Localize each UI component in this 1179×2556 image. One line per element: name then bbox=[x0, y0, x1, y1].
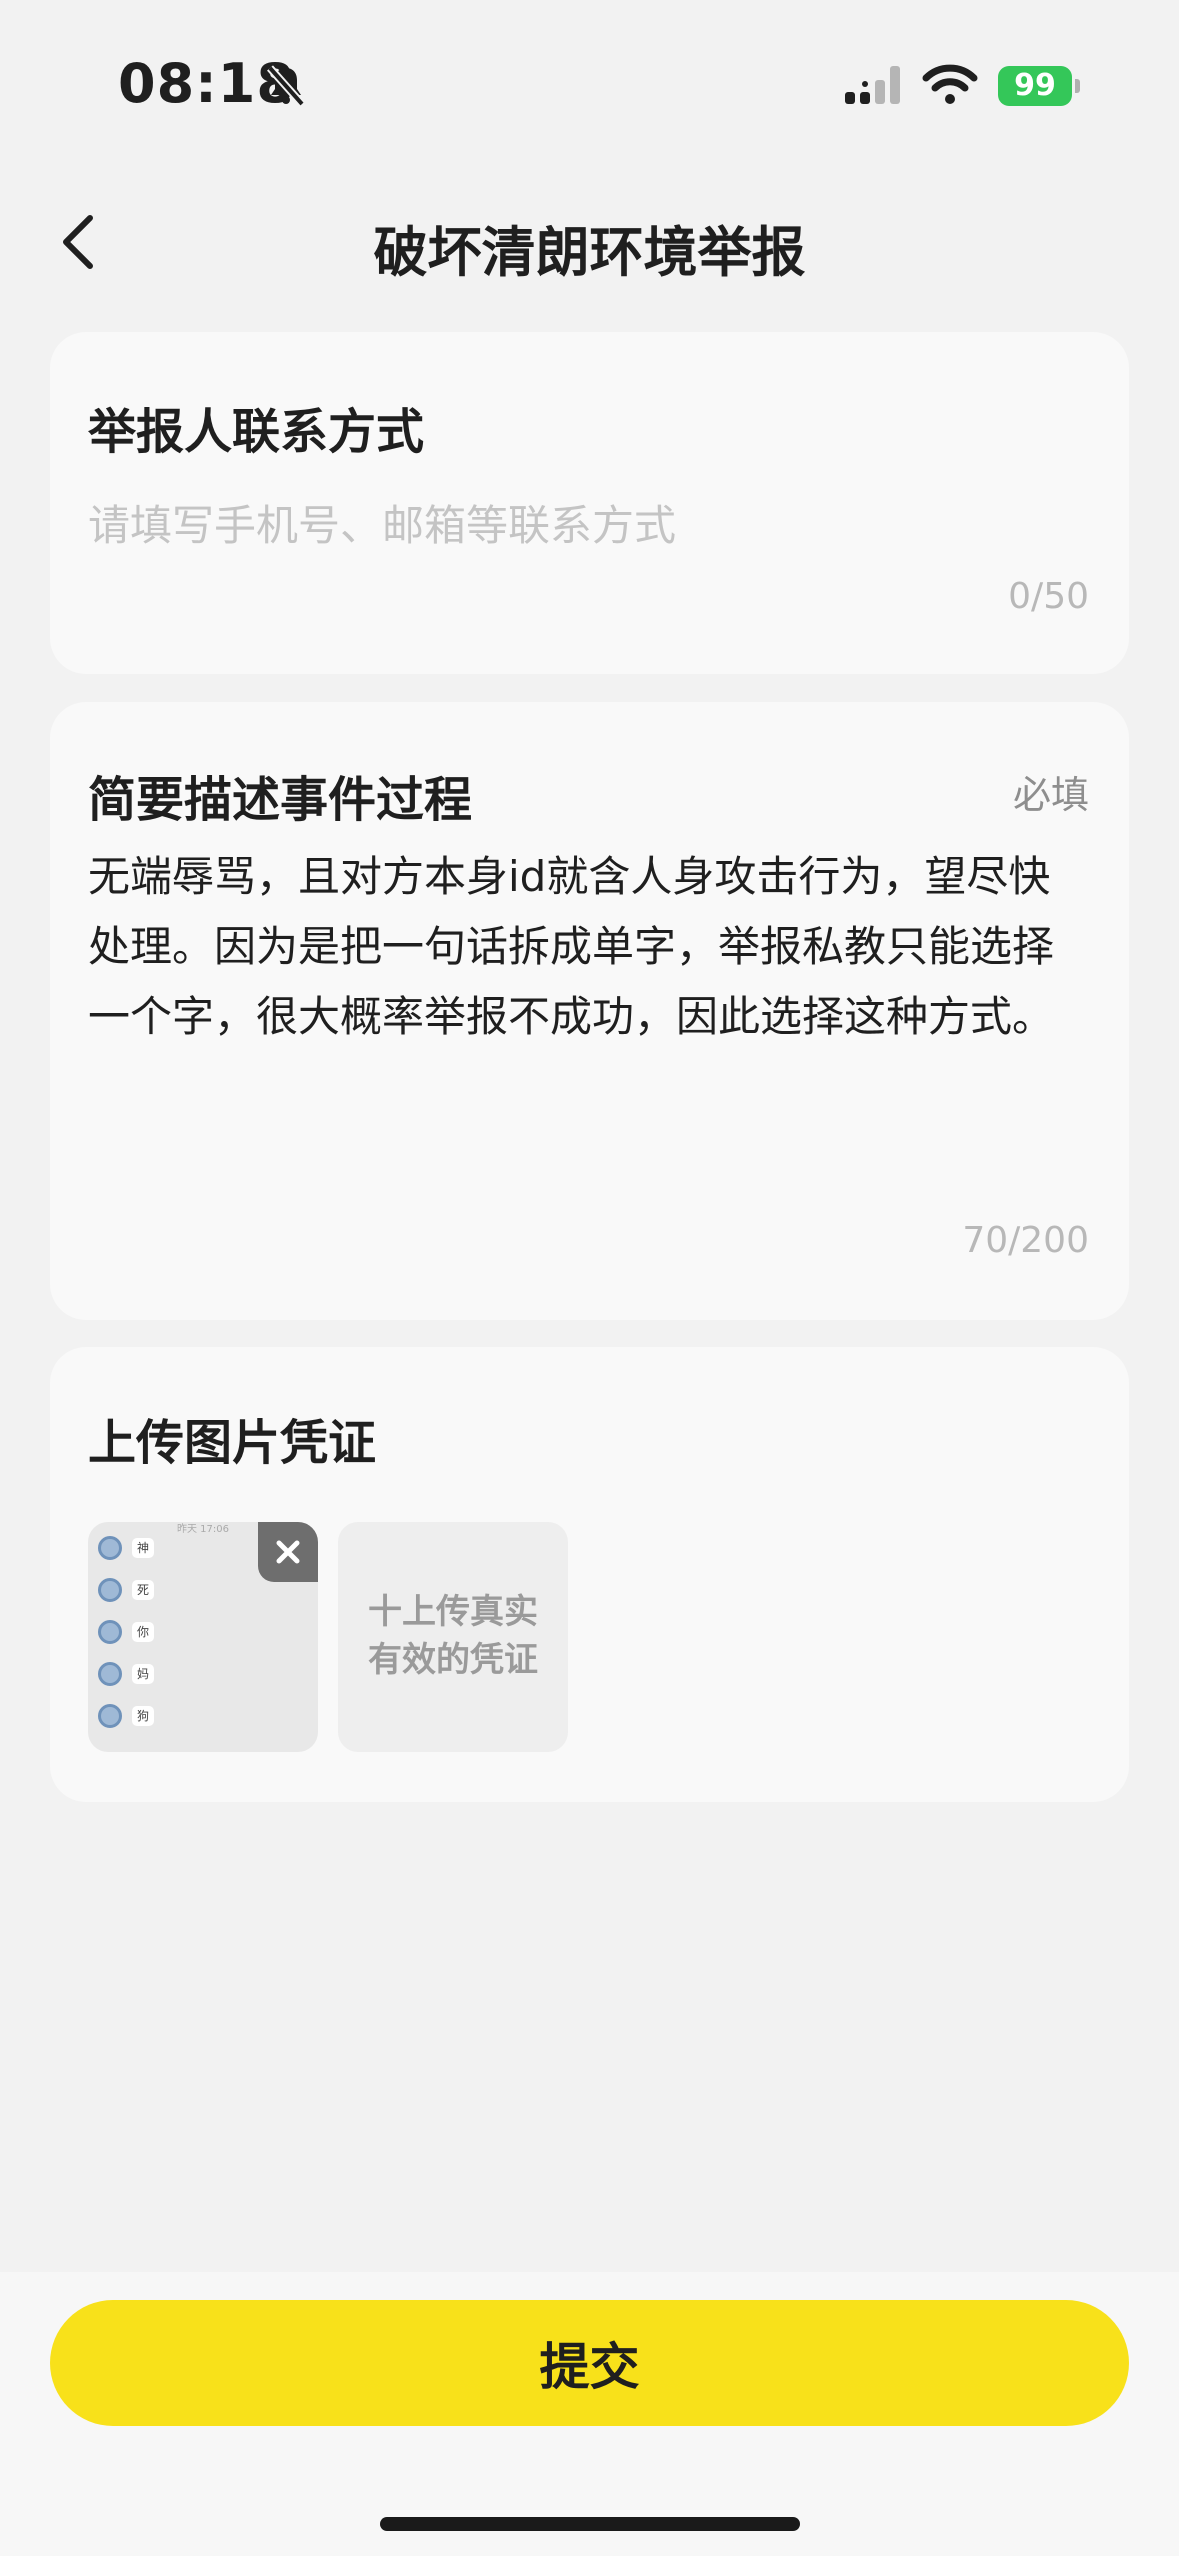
contact-counter: 0/50 bbox=[1008, 576, 1089, 617]
avatar bbox=[98, 1620, 122, 1644]
battery-indicator: 99 bbox=[998, 66, 1080, 106]
avatar bbox=[98, 1662, 122, 1686]
message-bubble: 死 bbox=[132, 1580, 154, 1600]
bottom-bar: 提交 bbox=[0, 2272, 1179, 2556]
wifi-icon bbox=[922, 64, 978, 104]
home-indicator[interactable] bbox=[380, 2517, 800, 2531]
required-tag: 必填 bbox=[1012, 773, 1089, 817]
add-image-button[interactable]: 十上传真实 有效的凭证 bbox=[338, 1522, 568, 1752]
nav-bar: 破坏清朗环境举报 bbox=[0, 190, 1179, 290]
description-card: 简要描述事件过程 必填 无端辱骂，且对方本身id就含人身攻击行为，望尽快处理。因… bbox=[50, 702, 1129, 1320]
cellular-signal-icon bbox=[845, 66, 900, 104]
description-textarea[interactable]: 无端辱骂，且对方本身id就含人身攻击行为，望尽快处理。因为是把一句话拆成单字，举… bbox=[88, 842, 1088, 1052]
avatar bbox=[98, 1578, 122, 1602]
add-image-label-line1: 十上传真实 bbox=[368, 1592, 538, 1632]
description-title: 简要描述事件过程 bbox=[88, 772, 473, 828]
battery-level: 99 bbox=[998, 66, 1072, 106]
upload-card: 上传图片凭证 昨天 17:06 神 死 你 妈 狗 十上传真实 有效的凭证 bbox=[50, 1347, 1129, 1802]
contact-card: 举报人联系方式 请填写手机号、邮箱等联系方式 0/50 bbox=[50, 332, 1129, 674]
page-title: 破坏清朗环境举报 bbox=[373, 221, 806, 284]
avatar bbox=[98, 1536, 122, 1560]
remove-image-close-icon[interactable] bbox=[258, 1522, 318, 1582]
bell-muted-icon bbox=[267, 65, 305, 107]
message-bubble: 妈 bbox=[132, 1664, 154, 1684]
submit-button[interactable]: 提交 bbox=[50, 2300, 1129, 2426]
message-bubble: 神 bbox=[132, 1538, 154, 1558]
status-bar: 08:18 99 bbox=[0, 0, 1179, 170]
battery-tip bbox=[1075, 79, 1080, 93]
contact-input[interactable]: 请填写手机号、邮箱等联系方式 bbox=[88, 492, 676, 553]
description-counter: 70/200 bbox=[962, 1220, 1089, 1261]
avatar bbox=[98, 1704, 122, 1728]
add-image-label-line2: 有效的凭证 bbox=[368, 1640, 538, 1680]
message-bubble: 狗 bbox=[132, 1706, 154, 1726]
contact-title: 举报人联系方式 bbox=[88, 404, 425, 460]
add-image-label: 十上传真实 有效的凭证 bbox=[338, 1588, 568, 1684]
upload-title: 上传图片凭证 bbox=[88, 1415, 377, 1471]
message-bubble: 你 bbox=[132, 1622, 154, 1642]
